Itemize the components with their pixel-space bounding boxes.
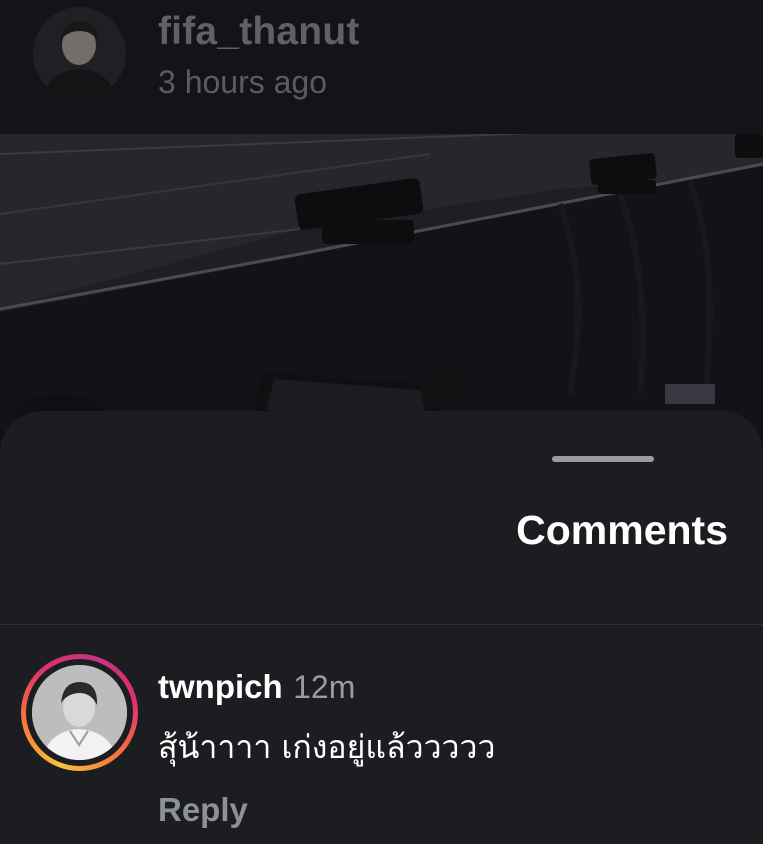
stage-photo-image bbox=[0, 134, 763, 434]
comment-username[interactable]: twnpich bbox=[158, 668, 283, 705]
avatar-photo-icon bbox=[33, 7, 126, 100]
comment-header: twnpich 12m bbox=[158, 668, 355, 706]
comment-timestamp: 12m bbox=[293, 669, 356, 705]
story-ring[interactable] bbox=[21, 654, 138, 771]
story-header: fifa_thanut 3 hours ago bbox=[0, 0, 763, 134]
story-author-username[interactable]: fifa_thanut bbox=[158, 10, 360, 54]
comment-item: twnpich 12m สุ้น้าาาา เก่งอยู่แล้ววววว R… bbox=[0, 625, 763, 844]
story-media bbox=[0, 134, 763, 434]
comments-title: Comments bbox=[516, 507, 728, 553]
comments-sheet: Comments twnpich 12m สุ้น้าาาา เก่งอยู่แ… bbox=[0, 411, 763, 844]
commenter-avatar[interactable] bbox=[32, 665, 127, 760]
sheet-drag-handle[interactable] bbox=[552, 456, 654, 462]
story-author-avatar[interactable] bbox=[33, 7, 126, 100]
avatar-photo-icon bbox=[32, 665, 127, 760]
comment-text: สุ้น้าาาา เก่งอยู่แล้ววววว bbox=[158, 728, 496, 766]
story-timestamp: 3 hours ago bbox=[158, 64, 328, 100]
reply-button[interactable]: Reply bbox=[158, 791, 248, 829]
